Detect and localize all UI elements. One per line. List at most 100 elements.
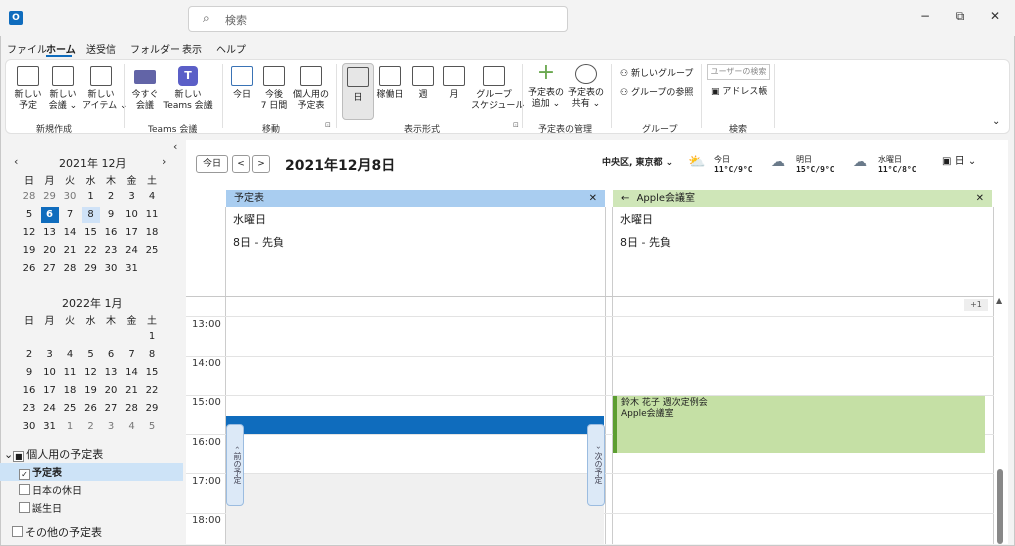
- new-appointment-button[interactable]: 新しい 予定: [14, 66, 42, 112]
- day-cell[interactable]: 22: [82, 243, 100, 259]
- day-cell[interactable]: 5: [143, 419, 161, 435]
- back-arrow-icon[interactable]: ←: [621, 193, 629, 204]
- day-cell[interactable]: 26: [20, 261, 38, 277]
- day-cell[interactable]: 1: [61, 419, 79, 435]
- day-cell[interactable]: 4: [143, 189, 161, 205]
- schedule-view-button[interactable]: グループ スケジュール: [471, 66, 524, 112]
- meet-now-button[interactable]: 今すぐ 会議: [130, 66, 160, 112]
- day-cell[interactable]: 12: [20, 225, 38, 241]
- calendar-column-header[interactable]: 予定表 ✕: [226, 190, 605, 207]
- restore-button[interactable]: ⧉: [950, 9, 970, 24]
- scroll-up-icon[interactable]: ▲: [996, 296, 1002, 305]
- day-cell[interactable]: 17: [41, 383, 59, 399]
- event-block[interactable]: 鈴木 花子 週次定例会 Apple会議室: [613, 396, 985, 453]
- day-cell[interactable]: 4: [61, 347, 79, 363]
- day-cell[interactable]: 25: [143, 243, 161, 259]
- day-cell[interactable]: 11: [61, 365, 79, 381]
- day-cell[interactable]: 6: [102, 347, 120, 363]
- menu-view[interactable]: 表示: [182, 41, 202, 56]
- dialog-launcher-icon[interactable]: ⊡: [513, 121, 519, 129]
- next-appointment-tab[interactable]: › 次の予定: [587, 424, 605, 506]
- day-cell[interactable]: 18: [143, 225, 161, 241]
- day-cell[interactable]: 30: [20, 419, 38, 435]
- menu-send-receive[interactable]: 送受信: [86, 41, 116, 56]
- previous-appointment-tab[interactable]: ‹ 前の予定: [226, 424, 244, 506]
- view-switcher-dropdown[interactable]: ▣ 日 ⌄: [942, 157, 976, 167]
- day-cell[interactable]: 13: [102, 365, 120, 381]
- day-cell[interactable]: 2: [20, 347, 38, 363]
- day-cell[interactable]: 5: [20, 207, 38, 223]
- day-cell[interactable]: 25: [61, 401, 79, 417]
- day-cell[interactable]: 16: [102, 225, 120, 241]
- day-cell[interactable]: 24: [41, 401, 59, 417]
- day-cell[interactable]: 8: [143, 347, 161, 363]
- next-month-icon[interactable]: ›: [162, 155, 166, 168]
- checkbox-icon[interactable]: [19, 502, 30, 513]
- more-events-badge[interactable]: +1: [964, 299, 988, 311]
- vertical-scrollbar[interactable]: ▲: [996, 296, 1006, 544]
- collapse-ribbon-icon[interactable]: ⌄: [992, 116, 1000, 127]
- day-cell[interactable]: 20: [41, 243, 59, 259]
- month-view-button[interactable]: 月: [442, 66, 466, 101]
- day-cell[interactable]: 24: [123, 243, 141, 259]
- day-cell[interactable]: 4: [123, 419, 141, 435]
- day-cell[interactable]: 27: [102, 401, 120, 417]
- share-calendar-button[interactable]: 予定表の 共有 ⌄: [567, 64, 605, 110]
- checked-checkbox-icon[interactable]: ✓: [19, 469, 30, 480]
- dialog-launcher-icon[interactable]: ⊡: [325, 121, 331, 129]
- day-cell[interactable]: 3: [123, 189, 141, 205]
- add-calendar-button[interactable]: + 予定表の 追加 ⌄: [528, 62, 564, 110]
- day-cell[interactable]: 13: [41, 225, 59, 241]
- day-cell[interactable]: 9: [102, 207, 120, 223]
- menu-home[interactable]: ホーム: [46, 41, 76, 56]
- day-cell[interactable]: 26: [82, 401, 100, 417]
- day-cell[interactable]: 30: [61, 189, 79, 205]
- day-cell[interactable]: 12: [82, 365, 100, 381]
- search-box[interactable]: ⌕ 検索: [188, 6, 568, 32]
- day-cell[interactable]: 27: [41, 261, 59, 277]
- folder-japan-holidays[interactable]: 日本の休日: [19, 482, 82, 497]
- day-view-button[interactable]: 日: [342, 63, 374, 120]
- minimize-button[interactable]: −: [915, 9, 935, 23]
- day-cell[interactable]: 9: [20, 365, 38, 381]
- day-cell[interactable]: 23: [102, 243, 120, 259]
- new-group-button[interactable]: ⚇ 新しいグループ: [620, 66, 693, 79]
- prev-month-icon[interactable]: ‹: [14, 155, 18, 168]
- day-cell[interactable]: 2: [82, 419, 100, 435]
- day-cell[interactable]: 14: [123, 365, 141, 381]
- prev-day-button[interactable]: <: [232, 155, 250, 173]
- day-cell[interactable]: 29: [82, 261, 100, 277]
- close-icon[interactable]: ✕: [589, 190, 597, 207]
- day-cell[interactable]: 31: [41, 419, 59, 435]
- address-book-button[interactable]: ▣ アドレス帳: [711, 84, 767, 97]
- day-cell[interactable]: 8: [81, 207, 100, 223]
- work-week-button[interactable]: 稼働日: [374, 66, 406, 101]
- day-cell[interactable]: 3: [102, 419, 120, 435]
- day-cell[interactable]: 7: [61, 207, 79, 223]
- next-day-button[interactable]: >: [252, 155, 270, 173]
- collapse-pane-icon[interactable]: ‹: [173, 140, 177, 153]
- day-cell[interactable]: 11: [143, 207, 161, 223]
- day-cell[interactable]: 3: [41, 347, 59, 363]
- checkbox-icon[interactable]: [12, 526, 23, 537]
- menu-file[interactable]: ファイル: [7, 41, 47, 56]
- day-cell[interactable]: 19: [20, 243, 38, 259]
- menu-folder[interactable]: フォルダー: [130, 41, 180, 56]
- day-cell[interactable]: 21: [123, 383, 141, 399]
- day-cell[interactable]: 15: [82, 225, 100, 241]
- week-view-button[interactable]: 週: [410, 66, 436, 101]
- next-7-days-button[interactable]: 今後 7 日間: [260, 66, 288, 112]
- day-cell[interactable]: 28: [20, 189, 38, 205]
- day-cell[interactable]: 19: [82, 383, 100, 399]
- calendar-column-header[interactable]: ← Apple会議室 ✕: [613, 190, 992, 207]
- new-meeting-button[interactable]: 新しい 会議 ⌄: [46, 66, 80, 112]
- other-calendars-group[interactable]: その他の予定表: [12, 524, 102, 540]
- day-cell[interactable]: 7: [123, 347, 141, 363]
- folder-calendar[interactable]: ✓ 予定表: [19, 464, 62, 480]
- close-button[interactable]: ✕: [985, 9, 1005, 23]
- day-cell[interactable]: 1: [143, 329, 161, 345]
- folder-birthdays[interactable]: 誕生日: [19, 500, 62, 515]
- day-cell[interactable]: 20: [102, 383, 120, 399]
- selected-time-slot[interactable]: [226, 416, 604, 434]
- day-cell[interactable]: 28: [61, 261, 79, 277]
